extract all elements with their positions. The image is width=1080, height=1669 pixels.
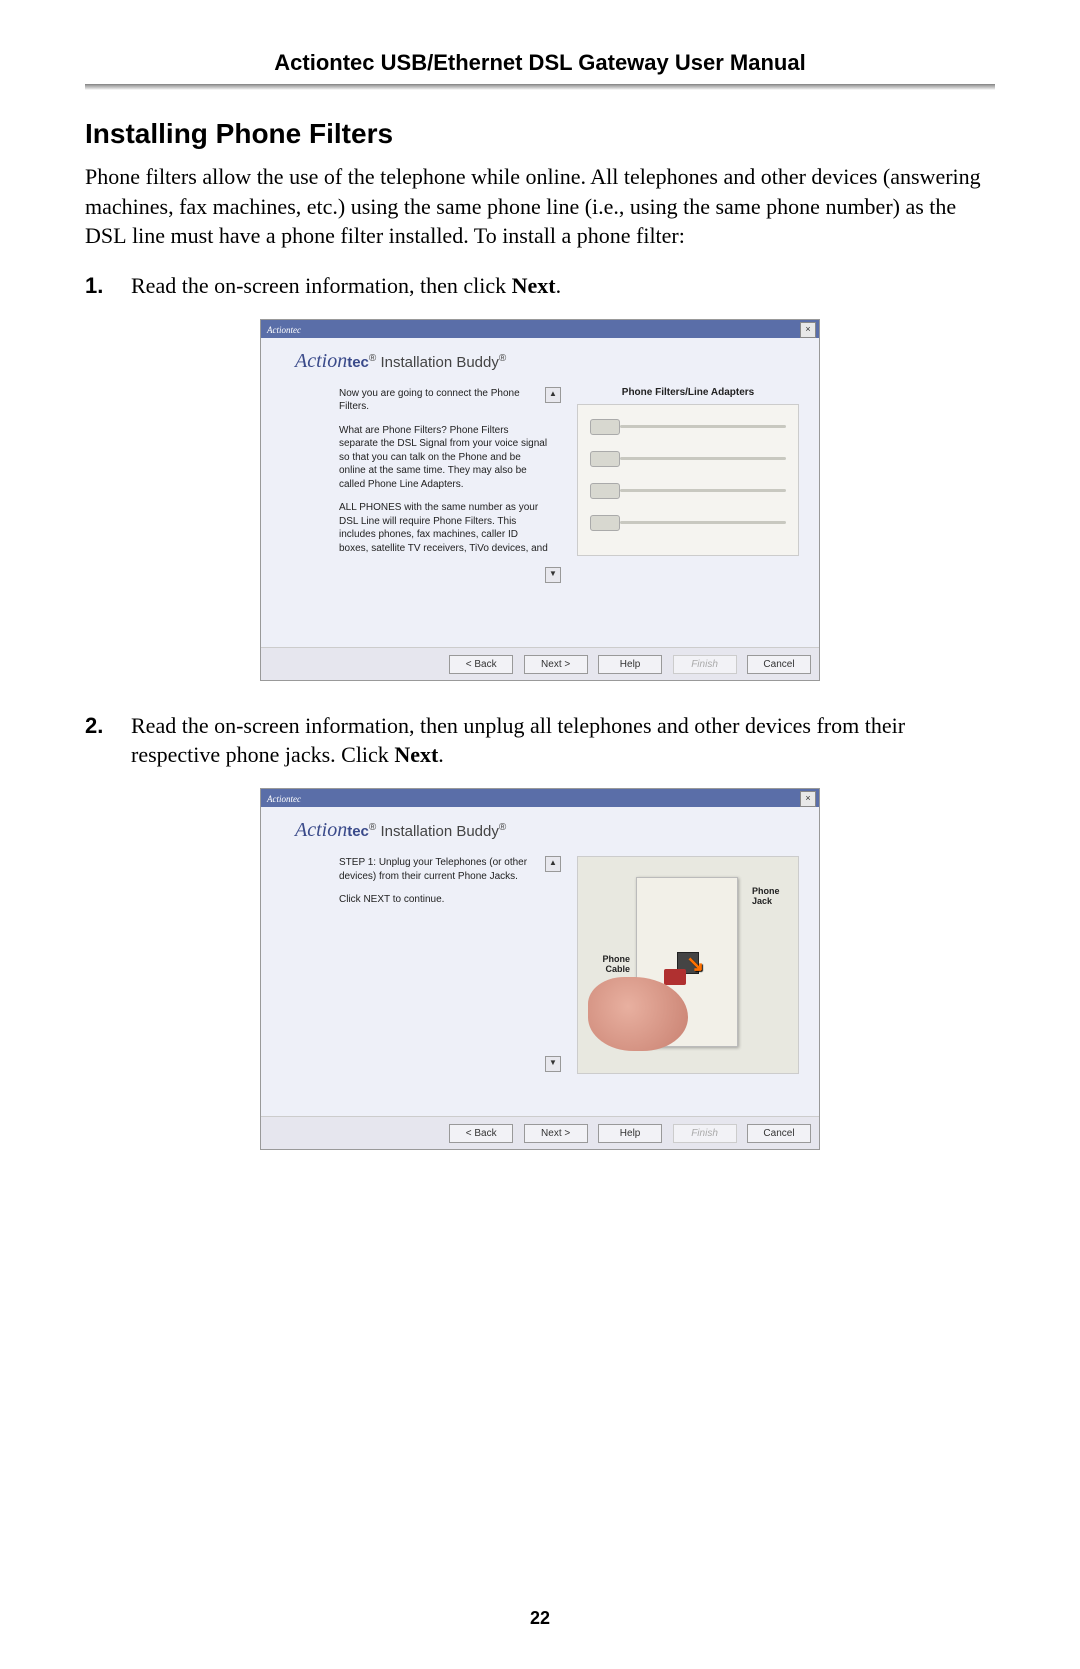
header-divider bbox=[85, 84, 995, 90]
brand-product: Installation Buddy bbox=[376, 823, 499, 840]
brand-suffix: tec bbox=[347, 354, 369, 371]
brand-bar: Actiontec® Installation Buddy® bbox=[261, 338, 819, 387]
step-number: 2. bbox=[85, 711, 131, 770]
intro-dsl: DSL bbox=[85, 223, 127, 248]
brand-suffix: tec bbox=[347, 823, 369, 840]
step-number: 1. bbox=[85, 271, 131, 301]
installer2-para1: STEP 1: Unplug your Telephones (or other… bbox=[339, 856, 549, 883]
brand-reg-icon-2: ® bbox=[499, 822, 506, 833]
step-bold: Next bbox=[394, 742, 438, 767]
cancel-button[interactable]: Cancel bbox=[747, 655, 811, 674]
brand-prefix: Action bbox=[295, 350, 347, 372]
section-heading: Installing Phone Filters bbox=[85, 118, 995, 150]
brand-bar: Actiontec® Installation Buddy® bbox=[261, 807, 819, 856]
help-button[interactable]: Help bbox=[598, 1124, 662, 1143]
installer-buttons: < Back Next > Help Finish Cancel bbox=[261, 1116, 819, 1149]
step-2: 2. Read the on-screen information, then … bbox=[85, 711, 995, 770]
close-icon[interactable]: × bbox=[800, 322, 816, 338]
installer1-para1: Now you are going to connect the Phone F… bbox=[339, 387, 549, 414]
intro-post: line must have a phone filter installed.… bbox=[127, 223, 685, 248]
installer1-text-pane: Now you are going to connect the Phone F… bbox=[339, 387, 557, 647]
brand-reg-icon-2: ® bbox=[499, 353, 506, 364]
titlebar-text: Actiontec bbox=[261, 325, 301, 335]
manual-header-title: Actiontec USB/Ethernet DSL Gateway User … bbox=[85, 50, 995, 76]
back-button[interactable]: < Back bbox=[449, 655, 513, 674]
cancel-button[interactable]: Cancel bbox=[747, 1124, 811, 1143]
close-icon[interactable]: × bbox=[800, 791, 816, 807]
red-plug bbox=[664, 969, 686, 985]
intro-paragraph: Phone filters allow the use of the telep… bbox=[85, 162, 995, 251]
filters-caption: Phone Filters/Line Adapters bbox=[577, 387, 799, 398]
next-button[interactable]: Next > bbox=[524, 655, 588, 674]
next-button[interactable]: Next > bbox=[524, 1124, 588, 1143]
installer-screenshot-2: Actiontec × Actiontec ® Installation Budd… bbox=[260, 788, 820, 1150]
finish-button: Finish bbox=[673, 655, 737, 674]
step-pre: Read the on-screen information, then unp… bbox=[131, 713, 905, 768]
page-number: 22 bbox=[0, 1608, 1080, 1629]
installer1-para2: What are Phone Filters? Phone Filters se… bbox=[339, 424, 549, 492]
step-bold: Next bbox=[512, 273, 556, 298]
phone-jack-label: Phone Jack bbox=[752, 887, 792, 907]
step-text: Read the on-screen information, then cli… bbox=[131, 271, 995, 301]
finish-button: Finish bbox=[673, 1124, 737, 1143]
step-post: . bbox=[438, 742, 444, 767]
installer2-text-pane: STEP 1: Unplug your Telephones (or other… bbox=[339, 856, 557, 1116]
titlebar: Actiontec × bbox=[261, 320, 819, 338]
back-button[interactable]: < Back bbox=[449, 1124, 513, 1143]
help-button[interactable]: Help bbox=[598, 655, 662, 674]
intro-pre: Phone filters allow the use of the telep… bbox=[85, 164, 981, 219]
brand-product: Installation Buddy bbox=[376, 354, 499, 371]
step-post: . bbox=[556, 273, 562, 298]
arrow-icon: ↘ bbox=[686, 951, 704, 977]
brand-prefix: Action bbox=[295, 819, 347, 841]
step-pre: Read the on-screen information, then cli… bbox=[131, 273, 512, 298]
phone-jack-image: ↘ Phone Cable Phone Jack bbox=[577, 856, 799, 1074]
step-text: Read the on-screen information, then unp… bbox=[131, 711, 995, 770]
phone-filters-image bbox=[577, 404, 799, 556]
installer-screenshot-1: Actiontec × Actiontec ® Installation Budd… bbox=[260, 319, 820, 681]
titlebar: Actiontec × bbox=[261, 789, 819, 807]
installer-buttons: < Back Next > Help Finish Cancel bbox=[261, 647, 819, 680]
step-1: 1. Read the on-screen information, then … bbox=[85, 271, 995, 301]
titlebar-text: Actiontec bbox=[261, 794, 301, 804]
phone-cable-label: Phone Cable bbox=[586, 955, 630, 975]
installer1-para3: ALL PHONES with the same number as your … bbox=[339, 501, 549, 555]
installer2-para2: Click NEXT to continue. bbox=[339, 893, 549, 907]
